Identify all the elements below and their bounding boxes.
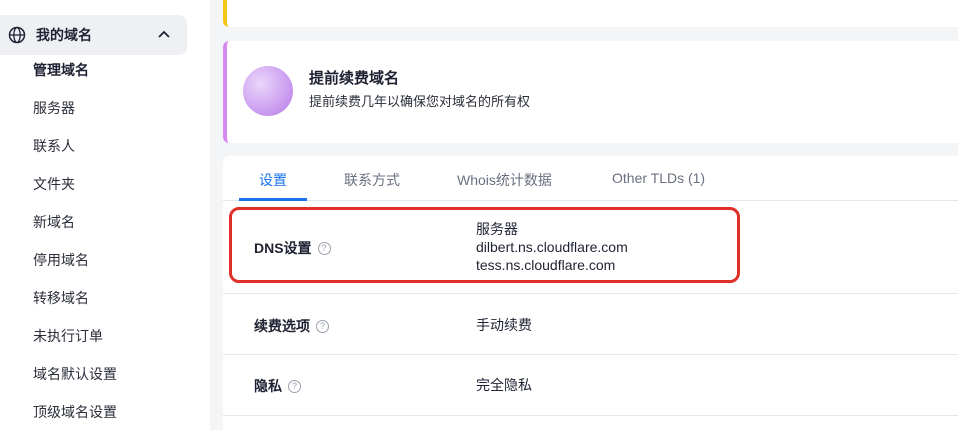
sidebar-item-domain-defaults[interactable]: 域名默认设置 bbox=[33, 364, 117, 384]
sidebar-item-contacts[interactable]: 联系人 bbox=[33, 136, 75, 156]
domain-settings-panel: 设置 联系方式 Whois统计数据 Other TLDs (1) DNS设置 ?… bbox=[223, 156, 958, 430]
sidebar-group-label: 我的域名 bbox=[36, 27, 92, 43]
sidebar-item-manage-domains[interactable]: 管理域名 bbox=[33, 60, 89, 80]
help-circle-icon[interactable]: ? bbox=[316, 319, 329, 333]
renewal-label: 续费选项 bbox=[254, 318, 310, 334]
top-card bbox=[223, 0, 958, 27]
sidebar-item-pending-orders[interactable]: 未执行订单 bbox=[33, 326, 103, 346]
tab-whois-stats[interactable]: Whois统计数据 bbox=[457, 170, 552, 190]
sidebar-group-my-domains[interactable]: 我的域名 bbox=[0, 15, 187, 55]
renewal-value: 手动续费 bbox=[476, 317, 532, 333]
renew-promo-card[interactable]: 提前续费域名 提前续费几年以确保您对域名的所有权 bbox=[223, 41, 958, 143]
privacy-row[interactable]: 隐私 ? 完全隐私 bbox=[223, 355, 958, 416]
promo-subtitle: 提前续费几年以确保您对域名的所有权 bbox=[309, 94, 531, 109]
globe-icon bbox=[8, 26, 26, 44]
help-circle-icon[interactable]: ? bbox=[288, 379, 301, 393]
sidebar: 我的域名 管理域名 服务器 联系人 文件夹 新域名 停用域名 转移域名 未执行订… bbox=[0, 0, 210, 430]
chevron-up-icon[interactable] bbox=[157, 27, 171, 41]
promo-title: 提前续费域名 bbox=[309, 70, 400, 87]
sidebar-item-tld-settings[interactable]: 顶级域名设置 bbox=[33, 402, 117, 422]
privacy-label: 隐私 bbox=[254, 378, 282, 394]
dns-highlight-annotation bbox=[229, 207, 740, 283]
sidebar-item-transfer-domains[interactable]: 转移域名 bbox=[33, 288, 89, 308]
promo-orb-icon bbox=[243, 66, 293, 116]
tab-settings[interactable]: 设置 bbox=[259, 170, 287, 190]
sidebar-item-disabled-domains[interactable]: 停用域名 bbox=[33, 250, 89, 270]
sidebar-item-folders[interactable]: 文件夹 bbox=[33, 174, 75, 194]
tab-other-tlds[interactable]: Other TLDs (1) bbox=[612, 170, 705, 190]
sidebar-item-servers[interactable]: 服务器 bbox=[33, 98, 75, 118]
tab-contacts[interactable]: 联系方式 bbox=[344, 170, 400, 190]
main-content: 提前续费域名 提前续费几年以确保您对域名的所有权 设置 联系方式 Whois统计… bbox=[223, 0, 958, 430]
renewal-label-wrap: 续费选项 ? bbox=[254, 316, 329, 336]
tab-bar: 设置 联系方式 Whois统计数据 Other TLDs (1) bbox=[223, 156, 958, 201]
privacy-value: 完全隐私 bbox=[476, 377, 532, 393]
renewal-option-row[interactable]: 续费选项 ? 手动续费 bbox=[223, 294, 958, 355]
sidebar-item-new-domains[interactable]: 新域名 bbox=[33, 212, 75, 232]
privacy-label-wrap: 隐私 ? bbox=[254, 376, 301, 396]
